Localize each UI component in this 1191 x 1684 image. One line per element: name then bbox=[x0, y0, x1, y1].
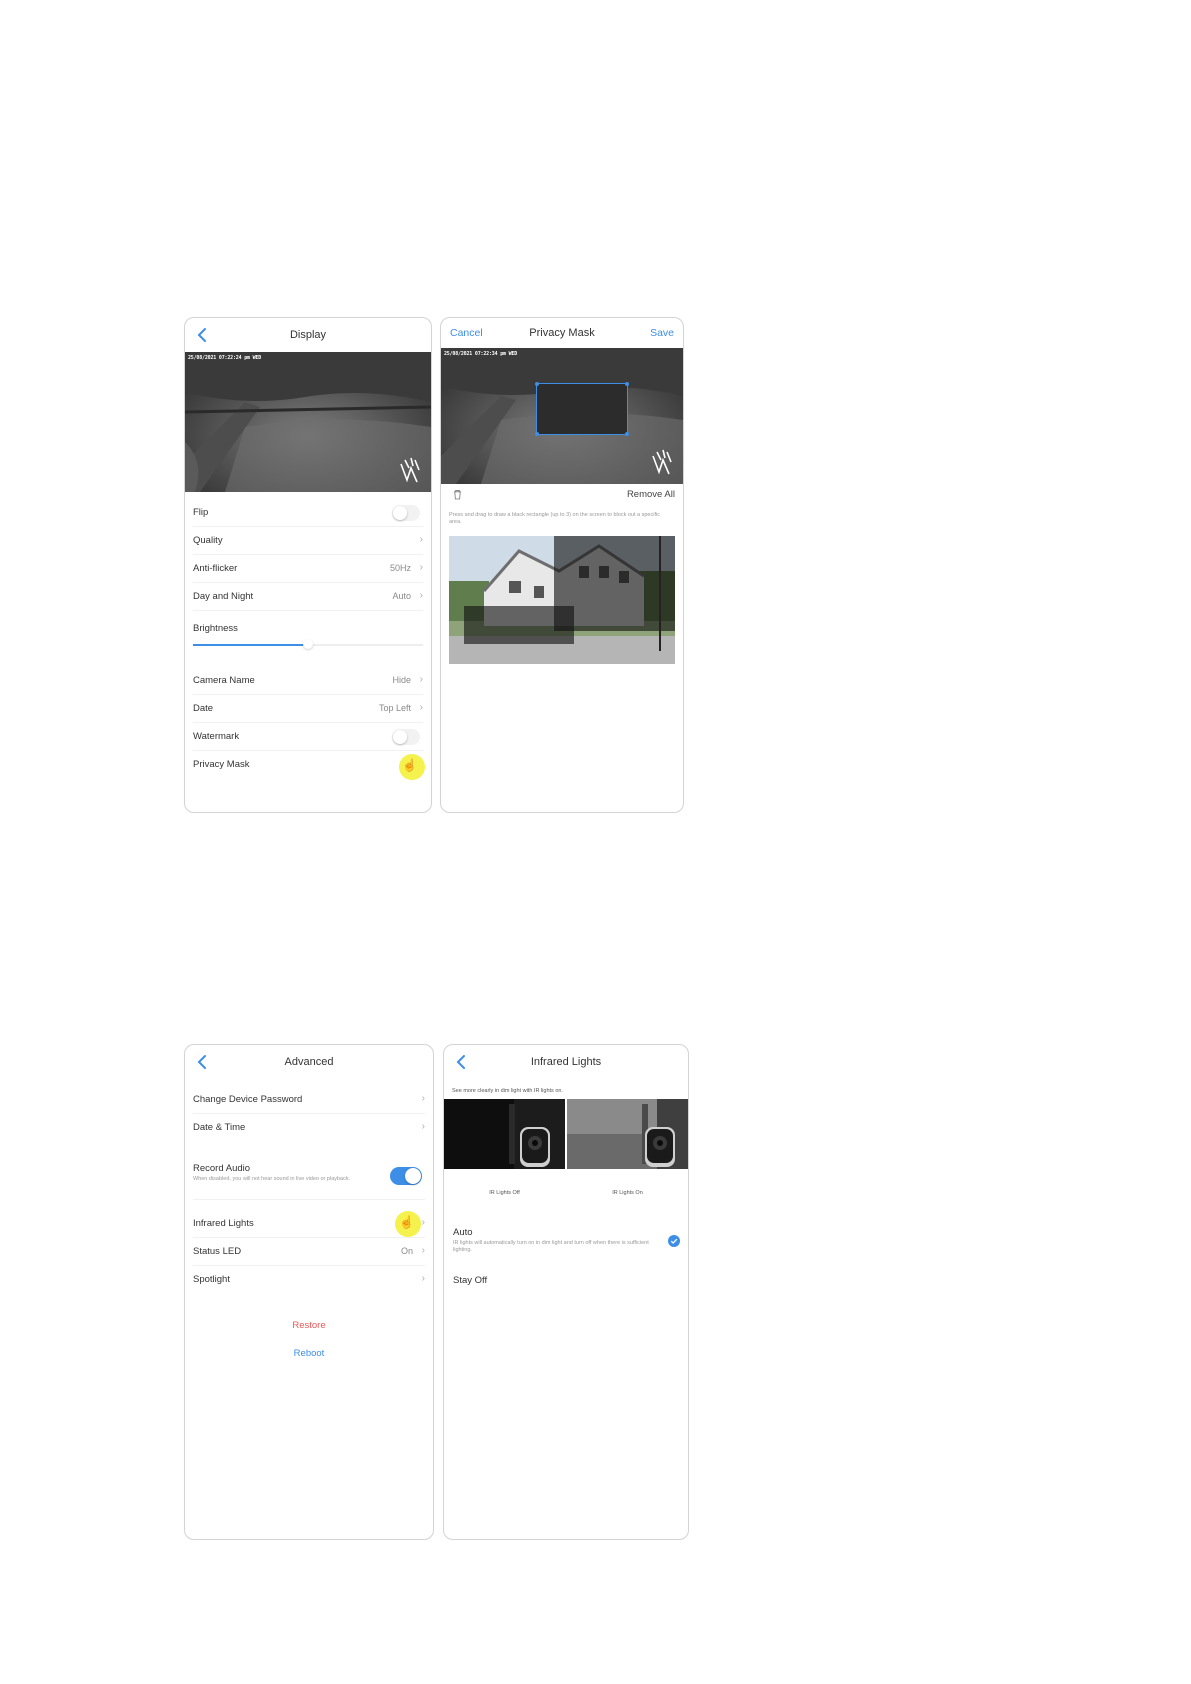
auto-option[interactable]: Auto IR lights will automatically turn o… bbox=[453, 1227, 680, 1269]
ir-on-image bbox=[567, 1099, 688, 1169]
remove-all-button[interactable]: Remove All bbox=[627, 489, 675, 500]
record-audio-toggle[interactable] bbox=[390, 1167, 422, 1185]
restore-button[interactable]: Restore bbox=[185, 1320, 433, 1331]
brightness-fill bbox=[193, 644, 308, 646]
display-nav-bar: Display bbox=[185, 318, 431, 352]
date-time-row[interactable]: Date & Time › bbox=[193, 1115, 425, 1141]
date-value: Top Left bbox=[378, 703, 411, 713]
camera-timestamp: 25/08/2021 07:22:34 pm WED bbox=[444, 351, 518, 357]
stay-off-label: Stay Off bbox=[453, 1275, 488, 1286]
chevron-right-icon: › bbox=[421, 1245, 425, 1256]
watermark-row: Watermark bbox=[193, 724, 423, 751]
watermark-logo-icon bbox=[400, 457, 420, 483]
record-audio-description: When disabled, you will not hear sound i… bbox=[193, 1176, 351, 1182]
page-title: Infrared Lights bbox=[530, 1056, 602, 1068]
mask-handle-tl[interactable] bbox=[535, 382, 539, 386]
check-circle-icon bbox=[668, 1235, 680, 1247]
mask-handle-bl[interactable] bbox=[535, 432, 539, 436]
infrared-lights-row[interactable]: Infrared Lights ☝ › bbox=[193, 1211, 425, 1238]
flip-toggle[interactable] bbox=[392, 505, 420, 521]
chevron-right-icon: › bbox=[421, 1217, 425, 1228]
flip-label: Flip bbox=[193, 507, 209, 518]
camera-name-row[interactable]: Camera Name Hide › bbox=[193, 668, 423, 695]
privacy-mask-row[interactable]: Privacy Mask ☝ bbox=[193, 752, 425, 780]
change-password-row[interactable]: Change Device Password › bbox=[193, 1087, 425, 1114]
chevron-right-icon: › bbox=[419, 702, 423, 713]
infrared-nav-bar: Infrared Lights bbox=[444, 1045, 688, 1079]
date-label: Date bbox=[193, 703, 214, 714]
record-audio-row: Record Audio When disabled, you will not… bbox=[193, 1159, 425, 1200]
status-led-label: Status LED bbox=[193, 1246, 242, 1257]
display-screen: Display 25/08/2021 07:22:24 pm WED Flip … bbox=[184, 317, 432, 813]
brightness-handle[interactable] bbox=[303, 639, 313, 649]
trash-icon[interactable] bbox=[453, 489, 462, 500]
day-night-value: Auto bbox=[392, 591, 411, 601]
watermark-label: Watermark bbox=[193, 731, 240, 742]
chevron-right-icon: › bbox=[419, 590, 423, 601]
date-row[interactable]: Date Top Left › bbox=[193, 696, 423, 723]
quality-row[interactable]: Quality › bbox=[193, 528, 423, 555]
infrared-intro: See more clearly in dim light with IR li… bbox=[452, 1088, 563, 1094]
camera-device-icon bbox=[645, 1127, 675, 1167]
night-scene-image bbox=[185, 352, 431, 492]
chevron-right-icon: › bbox=[419, 562, 423, 573]
anti-flicker-row[interactable]: Anti-flicker 50Hz › bbox=[193, 556, 423, 583]
hand-pointer-icon: ☝ bbox=[402, 758, 417, 772]
save-button[interactable]: Save bbox=[650, 327, 674, 339]
quality-label: Quality bbox=[193, 535, 223, 546]
advanced-screen: Advanced Change Device Password › Date &… bbox=[184, 1044, 434, 1540]
privacy-mask-label: Privacy Mask bbox=[193, 759, 250, 770]
spotlight-label: Spotlight bbox=[193, 1274, 230, 1285]
page-title: Advanced bbox=[284, 1056, 334, 1068]
change-password-label: Change Device Password bbox=[193, 1094, 303, 1105]
brightness-slider[interactable] bbox=[193, 639, 423, 649]
spotlight-row[interactable]: Spotlight › bbox=[193, 1267, 425, 1293]
mask-handle-br[interactable] bbox=[625, 432, 629, 436]
status-led-row[interactable]: Status LED On › bbox=[193, 1239, 425, 1266]
auto-description: IR lights will automatically turn on in … bbox=[453, 1240, 649, 1253]
camera-name-value: Hide bbox=[392, 675, 411, 685]
privacy-mask-hint: Press and drag to draw a black rectangle… bbox=[449, 512, 660, 525]
mask-handle-tr[interactable] bbox=[625, 382, 629, 386]
ir-off-caption: IR Lights Off bbox=[489, 1190, 520, 1196]
chevron-right-icon: › bbox=[419, 674, 423, 685]
mask-rectangle[interactable] bbox=[535, 382, 629, 436]
infrared-lights-screen: Infrared Lights See more clearly in dim … bbox=[443, 1044, 689, 1540]
camera-preview: 25/08/2021 07:22:34 pm WED bbox=[441, 348, 683, 484]
status-led-value: On bbox=[400, 1246, 413, 1256]
chevron-right-icon: › bbox=[419, 534, 423, 545]
chevron-right-icon: › bbox=[421, 1093, 425, 1104]
brightness-row: Brightness bbox=[193, 616, 423, 656]
camera-timestamp: 25/08/2021 07:22:24 pm WED bbox=[188, 355, 262, 361]
brightness-label: Brightness bbox=[193, 623, 238, 634]
example-house-image bbox=[449, 536, 675, 664]
watermark-logo-icon bbox=[652, 449, 672, 475]
day-night-label: Day and Night bbox=[193, 591, 254, 602]
auto-label: Auto bbox=[453, 1227, 473, 1238]
page-title: Display bbox=[289, 329, 327, 341]
day-night-row[interactable]: Day and Night Auto › bbox=[193, 584, 423, 611]
privacy-mask-screen: Cancel Privacy Mask Save 25/08/2021 07:2… bbox=[440, 317, 684, 813]
ir-off-image bbox=[444, 1099, 565, 1169]
camera-preview: 25/08/2021 07:22:24 pm WED bbox=[185, 352, 431, 492]
watermark-toggle[interactable] bbox=[392, 729, 420, 745]
reboot-button[interactable]: Reboot bbox=[185, 1348, 433, 1359]
chevron-right-icon: › bbox=[421, 1121, 425, 1132]
ir-on-caption: IR Lights On bbox=[612, 1190, 643, 1196]
anti-flicker-label: Anti-flicker bbox=[193, 563, 238, 574]
anti-flicker-value: 50Hz bbox=[389, 563, 411, 573]
camera-device-icon bbox=[520, 1127, 550, 1167]
infrared-lights-label: Infrared Lights bbox=[193, 1218, 254, 1229]
advanced-nav-bar: Advanced bbox=[185, 1045, 433, 1079]
chevron-right-icon: › bbox=[421, 1273, 425, 1284]
flip-row: Flip bbox=[193, 500, 423, 527]
privacy-mask-nav-bar: Cancel Privacy Mask Save bbox=[441, 318, 683, 348]
page-title: Privacy Mask bbox=[529, 327, 595, 339]
stay-off-option[interactable]: Stay Off bbox=[453, 1275, 680, 1295]
date-time-label: Date & Time bbox=[193, 1122, 246, 1133]
record-audio-label: Record Audio bbox=[193, 1163, 251, 1174]
camera-name-label: Camera Name bbox=[193, 675, 255, 686]
hand-pointer-icon: ☝ bbox=[399, 1215, 414, 1229]
